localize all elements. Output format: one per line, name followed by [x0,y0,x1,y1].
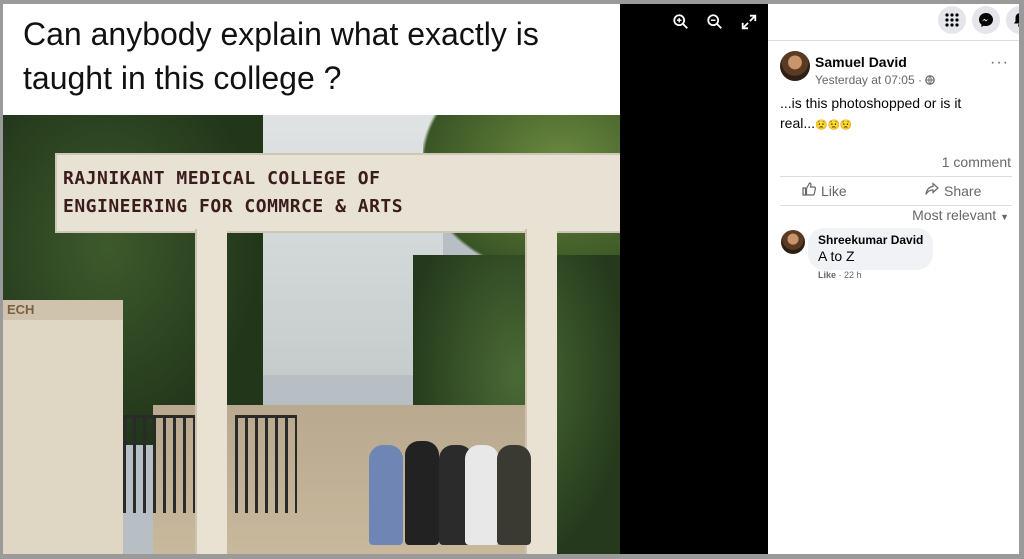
post-side-panel: Samuel David Yesterday at 07:05 · ··· ..… [768,4,1019,554]
sort-label: Most relevant [912,207,997,223]
zoom-out-icon[interactable] [705,13,725,33]
college-gate-photo: ECH RAJNIKANT MEDICAL COLLEGE OF ENGINEE… [3,115,620,554]
sign-line-2: ENGINEERING FOR COMMRCE & ARTS [63,196,404,217]
zoom-in-icon[interactable] [671,13,691,33]
comment-count-link[interactable]: 1 comment [942,154,1011,170]
like-button[interactable]: Like [802,182,847,199]
meme-caption: Can anybody explain what exactly is taug… [23,16,539,96]
viewer-toolbar [671,13,759,33]
sign-line-1: RAJNIKANT MEDICAL COLLEGE OF [63,168,381,189]
facebook-photo-viewer: Can anybody explain what exactly is taug… [3,4,1019,554]
expand-icon[interactable] [739,13,759,33]
comment-meta: Like · 22 h [818,270,862,280]
notifications-icon[interactable] [1006,6,1019,34]
share-icon [925,182,939,199]
post-time[interactable]: Yesterday at 07:05 [815,73,915,87]
like-label: Like [821,182,847,199]
share-label: Share [944,182,982,199]
thumbs-up-icon [802,182,817,199]
comment-meta-separator: · [838,270,842,280]
globe-icon [925,74,936,88]
photo-viewer: Can anybody explain what exactly is taug… [3,4,768,554]
comment-text: A to Z [818,248,855,264]
apps-grid-icon[interactable] [938,6,966,34]
meta-separator: · [917,73,922,87]
comment-sort-dropdown[interactable]: Most relevant ▼ [912,207,1009,223]
messenger-icon[interactable] [972,6,1000,34]
comment-like-button[interactable]: Like [818,270,836,280]
post-author[interactable]: Samuel David [815,54,907,70]
top-bar [768,4,1019,41]
commenter-avatar[interactable] [781,230,805,254]
commenter-name[interactable]: Shreekumar David [818,233,923,247]
post-actions: Like Share [780,176,1012,206]
avatar[interactable] [780,51,810,81]
comment-bubble: Shreekumar David A to Z [808,228,934,270]
security-booth: ECH [3,300,123,554]
post-text: ...is this photoshopped or is it real...… [780,93,1000,136]
post-body: ...is this photoshopped or is it real... [780,95,962,131]
post-photo[interactable]: Can anybody explain what exactly is taug… [3,4,620,554]
caret-down-icon: ▼ [1000,212,1009,222]
post-emojis: 😟😟😟 [815,120,853,131]
more-options-button[interactable]: ··· [990,54,1009,72]
gate-sign: RAJNIKANT MEDICAL COLLEGE OF ENGINEERING… [63,165,403,221]
booth-sign: ECH [7,302,35,317]
share-button[interactable]: Share [925,182,981,199]
comment-age[interactable]: 22 h [844,270,862,280]
post-meta: Yesterday at 07:05 · [815,73,936,88]
